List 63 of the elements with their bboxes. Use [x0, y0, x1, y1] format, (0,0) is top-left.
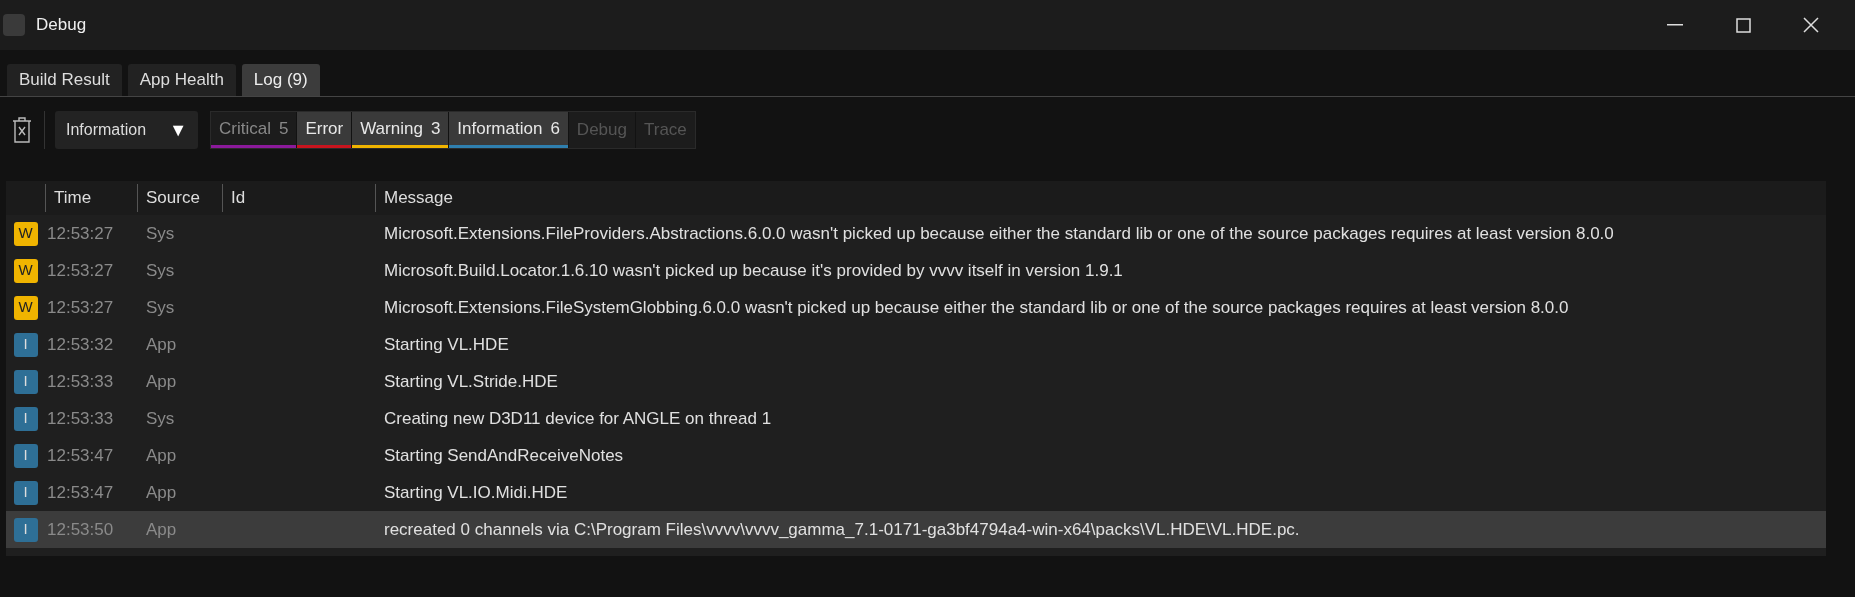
message-cell: Starting VL.Stride.HDE — [384, 371, 558, 391]
tab[interactable]: Log (9) — [241, 64, 320, 96]
log-row[interactable]: I 12:53:47 App Starting SendAndReceiveNotes — [6, 437, 1826, 474]
log-row[interactable]: W 12:53:27 Sys Microsoft.Extensions.FileSystemGlobbing.6.0.0 wasn't picked up because either the standard lib or one of the source packages requires at least version 8.0.0 — [6, 289, 1826, 326]
source-cell: Sys — [146, 260, 175, 280]
message-cell: Starting VL.IO.Midi.HDE — [384, 482, 568, 502]
filter-toggle[interactable]: Warning 3 — [352, 112, 449, 148]
log-row[interactable]: I 12:53:50 App recreated 0 channels via C:\Program Files\vvvv\vvvv_gamma_7.1-0171-ga3bf4794a4-win-x64\packs\VL.HDE\VL.HDE.pc. — [6, 511, 1826, 548]
source-cell: App — [146, 334, 177, 354]
time-cell: 12:53:33 — [47, 408, 114, 428]
source-cell: App — [146, 519, 177, 539]
time-cell: 12:53:33 — [47, 371, 114, 391]
maximize-icon — [1735, 17, 1751, 33]
source-cell: App — [146, 445, 177, 465]
level-badge: I — [13, 369, 38, 394]
message-cell: Microsoft.Extensions.FileProviders.Abstractions.6.0.0 wasn't picked up because either the standard lib or one of the source packages requires at least version 8.0.0 — [384, 223, 1614, 243]
column-header[interactable]: Message — [384, 185, 453, 211]
filter-toggle[interactable]: Error — [297, 112, 352, 148]
log-row[interactable]: I 12:53:33 Sys Creating new D3D11 device for ANGLE on thread 1 — [6, 400, 1826, 437]
log-row[interactable]: I 12:53:33 App Starting VL.Stride.HDE — [6, 363, 1826, 400]
log-row[interactable]: W 12:53:27 Sys Microsoft.Extensions.FileProviders.Abstractions.6.0.0 wasn't picked up because either the standard lib or one of the source packages requires at least version 8.0.0 — [6, 215, 1826, 252]
tab[interactable]: App Health — [127, 64, 236, 96]
level-badge: W — [13, 258, 38, 283]
close-icon — [1803, 17, 1819, 33]
minimize-icon — [1667, 24, 1683, 26]
level-badge: I — [13, 332, 38, 357]
time-cell: 12:53:47 — [47, 445, 114, 465]
message-cell: Starting SendAndReceiveNotes — [384, 445, 624, 465]
time-cell: 12:53:27 — [47, 260, 114, 280]
level-badge: W — [13, 295, 38, 320]
filter-toggle[interactable]: Critical 5 — [211, 112, 297, 148]
log-row[interactable]: W 12:53:27 Sys Microsoft.Build.Locator.1.6.10 wasn't picked up because it's provided by vvvv itself in version 1.9.1 — [6, 252, 1826, 289]
tab[interactable]: Build Result — [7, 64, 122, 96]
log-row[interactable]: I 12:53:47 App Starting VL.IO.Midi.HDE — [6, 474, 1826, 511]
source-cell: Sys — [146, 297, 175, 317]
app-icon — [3, 14, 25, 36]
message-cell: recreated 0 channels via C:\Program Files\vvvv\vvvv_gamma_7.1-0171-ga3bf4794a4-win-x64\packs\VL.HDE\VL.HDE.pc. — [384, 519, 1300, 539]
time-cell: 12:53:27 — [47, 297, 114, 317]
level-badge: W — [13, 221, 38, 246]
source-cell: App — [146, 482, 177, 502]
log-row[interactable]: I 12:53:32 App Starting VL.HDE — [6, 326, 1826, 363]
source-cell: Sys — [146, 408, 175, 428]
time-cell: 12:53:50 — [47, 519, 114, 539]
time-cell: 12:53:32 — [47, 334, 114, 354]
level-badge: I — [13, 480, 38, 505]
source-cell: Sys — [146, 223, 175, 243]
time-cell: 12:53:27 — [47, 223, 114, 243]
message-cell: Microsoft.Build.Locator.1.6.10 wasn't picked up because it's provided by vvvv itself in version 1.9.1 — [384, 260, 1123, 280]
column-header[interactable]: Source — [146, 185, 200, 211]
level-badge: I — [13, 443, 38, 468]
clear-log-button[interactable] — [10, 115, 34, 145]
column-header[interactable]: Id — [231, 185, 246, 211]
level-dropdown[interactable]: Information ▼ — [55, 111, 198, 149]
message-cell: Microsoft.Extensions.FileSystemGlobbing.6.0.0 wasn't picked up because either the standard lib or one of the source packages requires at least version 8.0.0 — [384, 297, 1569, 317]
level-badge: I — [13, 406, 38, 431]
filter-toggle[interactable]: Information 6 — [449, 112, 568, 148]
time-cell: 12:53:47 — [47, 482, 114, 502]
level-badge: I — [13, 517, 38, 542]
column-header[interactable]: Time — [54, 185, 92, 211]
message-cell: Creating new D3D11 device for ANGLE on thread 1 — [384, 408, 772, 428]
window-title: Debug — [36, 14, 87, 37]
message-cell: Starting VL.HDE — [384, 334, 509, 354]
source-cell: App — [146, 371, 177, 391]
